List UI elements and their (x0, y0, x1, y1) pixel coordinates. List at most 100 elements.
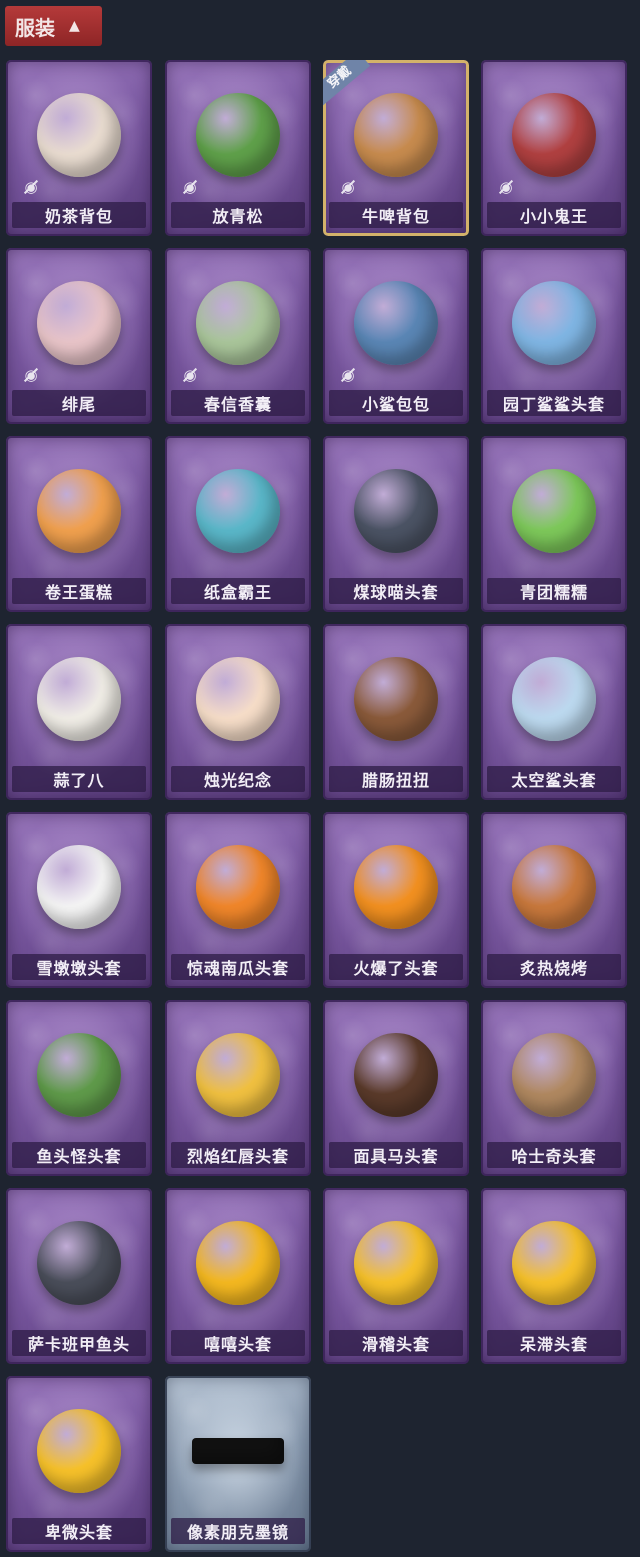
costume-image (512, 845, 596, 929)
costume-card[interactable]: ◉ 奶茶背包 (6, 60, 152, 236)
eye-off-icon[interactable]: ◉ (179, 364, 201, 386)
costume-artwork (504, 644, 604, 754)
costume-image (354, 1221, 438, 1305)
costume-card[interactable]: 腊肠扭扭 (323, 624, 469, 800)
costume-artwork (504, 1020, 604, 1130)
costume-card[interactable]: ◉ 小小鬼王 (481, 60, 627, 236)
eye-off-icon[interactable]: ◉ (179, 176, 201, 198)
costume-artwork (188, 1208, 288, 1318)
costume-name: 放青松 (171, 202, 305, 228)
costume-card[interactable]: 火爆了头套 (323, 812, 469, 988)
costume-image (37, 657, 121, 741)
costume-card[interactable]: 面具马头套 (323, 1000, 469, 1176)
costume-card[interactable]: ◉ 绯尾 (6, 248, 152, 424)
costume-image (37, 1033, 121, 1117)
costume-artwork (346, 80, 446, 190)
costume-card[interactable]: 烛光纪念 (165, 624, 311, 800)
eye-off-icon[interactable]: ◉ (20, 176, 42, 198)
costume-card[interactable]: 炙热烧烤 (481, 812, 627, 988)
costume-image (512, 469, 596, 553)
costume-name: 小鲨包包 (329, 390, 463, 416)
costume-image (512, 93, 596, 177)
costume-grid: ◉ 奶茶背包 ◉ 放青松 ◉ 穿戴 牛啤背包 ◉ 小小鬼王 ◉ 绯尾 ◉ 春信香囊 ◉ 小鲨包包 园丁鲨鲨头套… (0, 0, 640, 1557)
costume-image (37, 281, 121, 365)
costume-artwork (188, 644, 288, 754)
eye-off-icon[interactable]: ◉ (20, 364, 42, 386)
costume-card[interactable]: 烈焰红唇头套 (165, 1000, 311, 1176)
costume-card[interactable]: 萨卡班甲鱼头 (6, 1188, 152, 1364)
costume-card[interactable]: ◉ 小鲨包包 (323, 248, 469, 424)
costume-image (196, 93, 280, 177)
costume-name: 太空鲨头套 (487, 766, 621, 792)
costume-card[interactable]: 卷王蛋糕 (6, 436, 152, 612)
costume-image (196, 281, 280, 365)
costume-card[interactable]: 卑微头套 (6, 1376, 152, 1552)
costume-name: 雪墩墩头套 (12, 954, 146, 980)
costume-card[interactable]: 煤球喵头套 (323, 436, 469, 612)
costume-card[interactable]: 雪墩墩头套 (6, 812, 152, 988)
costume-artwork (504, 832, 604, 942)
costume-image (37, 93, 121, 177)
costume-name: 绯尾 (12, 390, 146, 416)
costume-image (196, 469, 280, 553)
costume-card[interactable]: ◉ 穿戴 牛啤背包 (323, 60, 469, 236)
costume-card[interactable]: ◉ 春信香囊 (165, 248, 311, 424)
costume-name: 煤球喵头套 (329, 578, 463, 604)
eye-off-icon[interactable]: ◉ (337, 364, 359, 386)
costume-artwork (346, 1208, 446, 1318)
costume-card[interactable]: 纸盒霸王 (165, 436, 311, 612)
costume-artwork (188, 1020, 288, 1130)
costume-card[interactable]: 呆滞头套 (481, 1188, 627, 1364)
costume-artwork (29, 1396, 129, 1506)
costume-artwork (29, 268, 129, 378)
costume-name: 嘻嘻头套 (171, 1330, 305, 1356)
costume-name: 蒜了八 (12, 766, 146, 792)
costume-name: 奶茶背包 (12, 202, 146, 228)
costume-artwork (346, 268, 446, 378)
costume-image (354, 657, 438, 741)
eye-off-icon[interactable]: ◉ (337, 176, 359, 198)
eye-off-icon[interactable]: ◉ (495, 176, 517, 198)
costume-image (192, 1438, 284, 1464)
costume-artwork (29, 456, 129, 566)
costume-artwork (29, 644, 129, 754)
costume-artwork (346, 1020, 446, 1130)
costume-card[interactable]: 青团糯糯 (481, 436, 627, 612)
costume-name: 烈焰红唇头套 (171, 1142, 305, 1168)
costume-name: 春信香囊 (171, 390, 305, 416)
costume-image (37, 1409, 121, 1493)
costume-card[interactable]: 太空鲨头套 (481, 624, 627, 800)
costume-name: 卑微头套 (12, 1518, 146, 1544)
costume-card[interactable]: 嘻嘻头套 (165, 1188, 311, 1364)
costume-artwork (29, 832, 129, 942)
costume-image (512, 281, 596, 365)
costume-artwork (188, 1396, 288, 1506)
costume-image (37, 1221, 121, 1305)
costume-name: 园丁鲨鲨头套 (487, 390, 621, 416)
costume-image (512, 1033, 596, 1117)
costume-name: 滑稽头套 (329, 1330, 463, 1356)
costume-name: 惊魂南瓜头套 (171, 954, 305, 980)
costume-artwork (346, 456, 446, 566)
costume-image (196, 1221, 280, 1305)
costume-artwork (29, 1020, 129, 1130)
costume-name: 腊肠扭扭 (329, 766, 463, 792)
costume-image (37, 469, 121, 553)
costume-card[interactable]: 惊魂南瓜头套 (165, 812, 311, 988)
costume-image (354, 281, 438, 365)
costume-card[interactable]: ◉ 放青松 (165, 60, 311, 236)
costume-artwork (504, 1208, 604, 1318)
costume-image (196, 657, 280, 741)
costume-card[interactable]: 哈士奇头套 (481, 1000, 627, 1176)
costume-card[interactable]: 园丁鲨鲨头套 (481, 248, 627, 424)
costume-card[interactable]: 蒜了八 (6, 624, 152, 800)
costume-image (512, 657, 596, 741)
costume-name: 呆滞头套 (487, 1330, 621, 1356)
costume-card[interactable]: 滑稽头套 (323, 1188, 469, 1364)
costume-card[interactable]: 像素朋克墨镜 (165, 1376, 311, 1552)
costume-image (354, 93, 438, 177)
costume-card[interactable]: 鱼头怪头套 (6, 1000, 152, 1176)
costume-image (196, 1033, 280, 1117)
costume-artwork (504, 80, 604, 190)
costume-image (354, 1033, 438, 1117)
